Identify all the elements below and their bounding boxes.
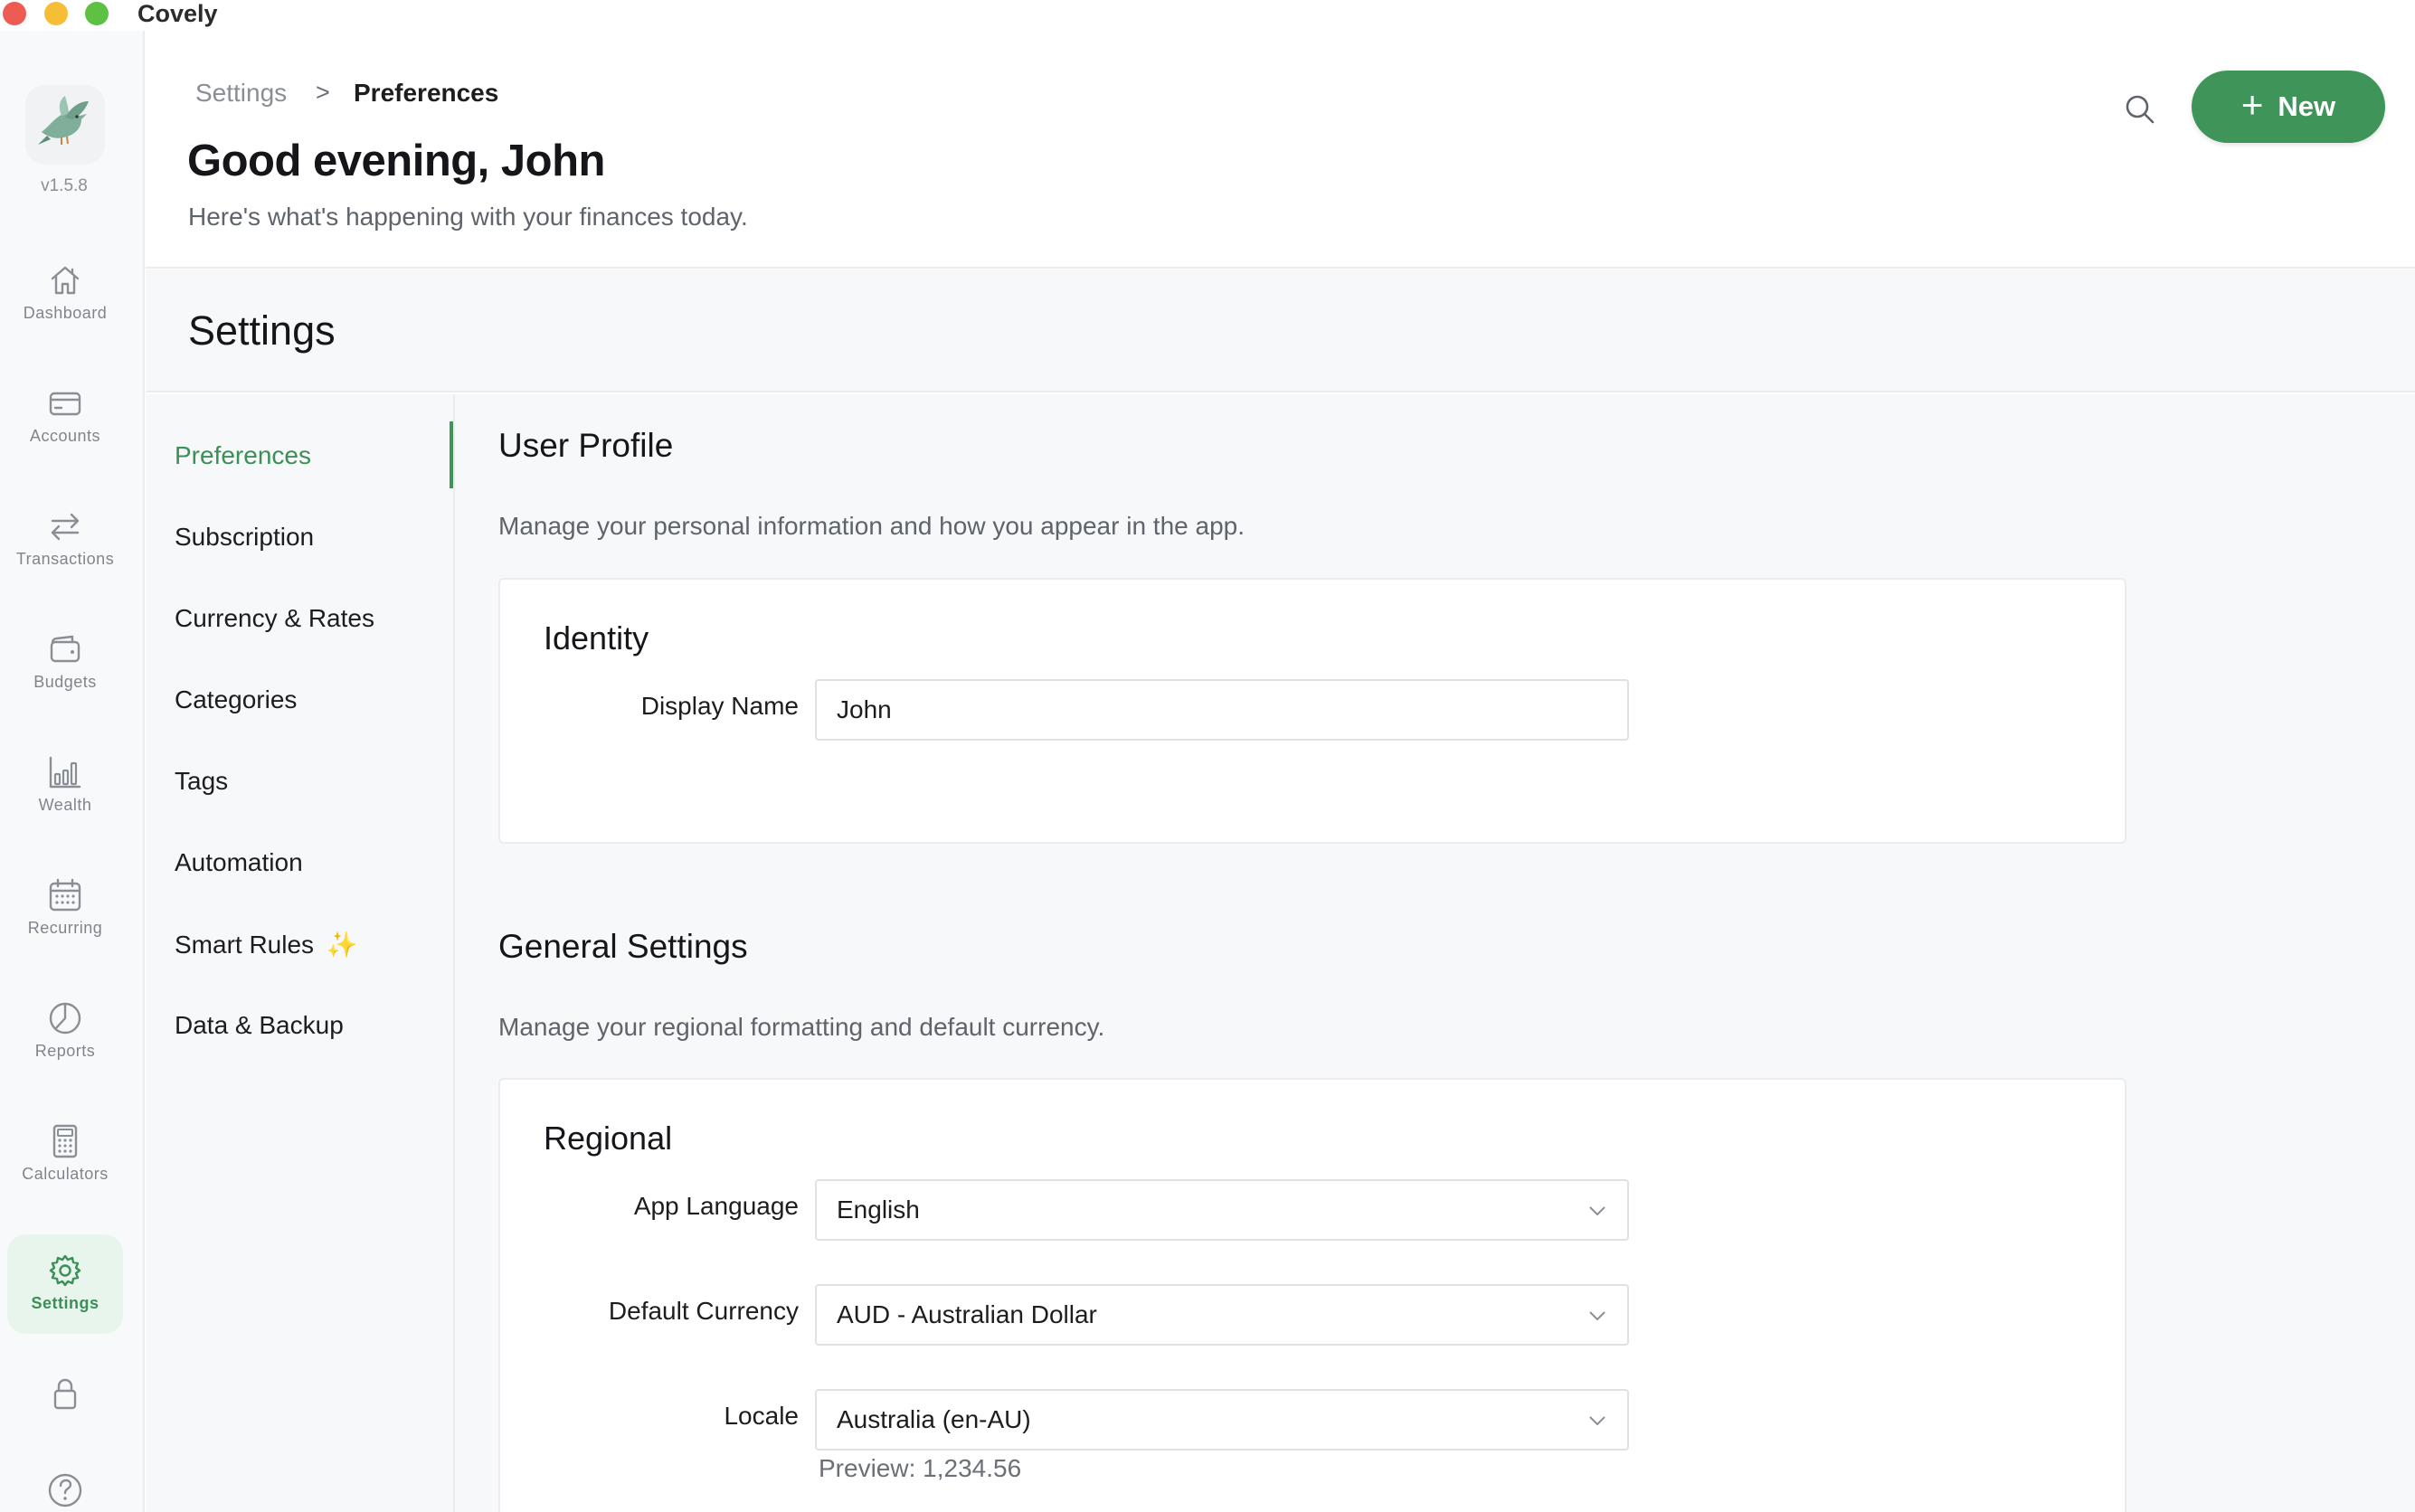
page-subtitle: Here's what's happening with your financ… bbox=[188, 203, 748, 231]
calendar-icon bbox=[49, 878, 81, 912]
app-sidebar: v1.5.8 Dashboard Accounts Transactions B… bbox=[0, 31, 145, 1512]
app-version: v1.5.8 bbox=[41, 176, 88, 195]
help-button[interactable] bbox=[7, 1454, 123, 1512]
settings-header: Settings bbox=[146, 269, 2415, 392]
nav-label: Transactions bbox=[15, 550, 115, 568]
identity-card: Identity Display Name John bbox=[498, 578, 2126, 844]
search-button[interactable] bbox=[2117, 87, 2163, 132]
nav-label: Accounts bbox=[29, 427, 101, 445]
regional-title: Regional bbox=[544, 1120, 673, 1157]
settings-content: Preferences Subscription Currency & Rate… bbox=[146, 394, 2415, 1512]
lock-icon bbox=[53, 1378, 77, 1410]
nav-recurring[interactable]: Recurring bbox=[7, 859, 123, 959]
page-header: Settings > Preferences Good evening, Joh… bbox=[146, 31, 2415, 269]
nav-label: Budgets bbox=[33, 673, 97, 691]
subnav-automation[interactable]: Automation bbox=[175, 848, 303, 877]
page-greeting: Good evening, John bbox=[187, 137, 605, 185]
card-icon bbox=[49, 392, 81, 416]
pie-chart-icon bbox=[49, 1002, 81, 1035]
gear-icon bbox=[49, 1254, 81, 1287]
lock-button[interactable] bbox=[7, 1357, 123, 1421]
chevron-down-icon bbox=[1589, 1206, 1605, 1216]
nav-budgets[interactable]: Budgets bbox=[7, 613, 123, 713]
display-name-value: John bbox=[837, 695, 892, 723]
arrows-icon bbox=[51, 513, 80, 541]
nav-wealth[interactable]: Wealth bbox=[7, 736, 123, 836]
help-icon bbox=[48, 1473, 82, 1507]
search-icon bbox=[2126, 95, 2155, 124]
app-logo[interactable] bbox=[25, 85, 105, 165]
nav-label: Settings bbox=[31, 1294, 99, 1312]
minimize-window-button[interactable] bbox=[44, 2, 68, 25]
home-icon bbox=[51, 266, 80, 295]
new-button-label: New bbox=[2278, 90, 2336, 122]
subnav-data-backup[interactable]: Data & Backup bbox=[175, 1011, 344, 1040]
close-window-button[interactable] bbox=[3, 2, 26, 25]
zoom-window-button[interactable] bbox=[85, 2, 109, 25]
nav-label: Wealth bbox=[38, 796, 92, 814]
default-currency-select[interactable]: AUD - Australian Dollar bbox=[815, 1284, 1629, 1346]
app-language-select[interactable]: English bbox=[815, 1179, 1629, 1241]
regional-card: Regional App Language English Default Cu… bbox=[498, 1078, 2126, 1512]
dove-logo-icon bbox=[38, 96, 89, 145]
wallet-icon bbox=[50, 635, 80, 663]
nav-label: Dashboard bbox=[23, 304, 108, 322]
nav-calculators[interactable]: Calculators bbox=[7, 1105, 123, 1205]
window-titlebar: Covely bbox=[0, 0, 2415, 31]
nav-dashboard[interactable]: Dashboard bbox=[7, 244, 123, 344]
user-profile-title: User Profile bbox=[498, 427, 674, 464]
identity-title: Identity bbox=[544, 619, 649, 657]
breadcrumb-current: Preferences bbox=[354, 79, 499, 107]
locale-select[interactable]: Australia (en-AU) bbox=[815, 1389, 1629, 1451]
app-language-label: App Language bbox=[633, 1192, 799, 1220]
nav-settings[interactable]: Settings bbox=[7, 1234, 123, 1334]
app-language-value: English bbox=[837, 1195, 920, 1224]
new-button[interactable]: + New bbox=[2192, 71, 2385, 143]
breadcrumb-settings[interactable]: Settings bbox=[195, 79, 287, 108]
display-name-input[interactable]: John bbox=[815, 679, 1629, 741]
subnav-categories[interactable]: Categories bbox=[175, 685, 297, 714]
settings-title: Settings bbox=[188, 307, 336, 354]
general-settings-description: Manage your regional formatting and defa… bbox=[498, 1013, 1105, 1041]
subnav-smart-rules[interactable]: Smart Rules ✨ bbox=[175, 930, 358, 959]
general-settings-title: General Settings bbox=[498, 928, 748, 965]
user-profile-description: Manage your personal information and how… bbox=[498, 512, 1245, 540]
nav-label: Reports bbox=[34, 1042, 96, 1060]
settings-subnav: Preferences Subscription Currency & Rate… bbox=[146, 394, 455, 1512]
nav-label: Recurring bbox=[27, 919, 103, 937]
nav-reports[interactable]: Reports bbox=[7, 982, 123, 1082]
chevron-down-icon bbox=[1589, 1311, 1605, 1321]
locale-preview: Preview: 1,234.56 bbox=[819, 1454, 1022, 1482]
nav-label: Calculators bbox=[22, 1165, 109, 1183]
subnav-subscription[interactable]: Subscription bbox=[175, 523, 314, 552]
window-title: Covely bbox=[137, 0, 218, 27]
subnav-currency-rates[interactable]: Currency & Rates bbox=[175, 604, 374, 633]
subnav-preferences[interactable]: Preferences bbox=[175, 441, 311, 470]
plus-icon: + bbox=[2240, 83, 2264, 126]
bar-chart-icon bbox=[49, 756, 81, 789]
nav-transactions[interactable]: Transactions bbox=[7, 490, 123, 590]
active-indicator bbox=[450, 421, 453, 488]
display-name-label: Display Name bbox=[640, 692, 799, 720]
breadcrumb-separator: > bbox=[316, 79, 330, 106]
subnav-tags[interactable]: Tags bbox=[175, 767, 228, 796]
default-currency-label: Default Currency bbox=[608, 1297, 799, 1325]
locale-label: Locale bbox=[724, 1402, 799, 1430]
sparkles-icon: ✨ bbox=[326, 931, 358, 959]
locale-value: Australia (en-AU) bbox=[837, 1405, 1031, 1433]
calculator-icon bbox=[52, 1124, 78, 1158]
nav-accounts[interactable]: Accounts bbox=[7, 367, 123, 467]
default-currency-value: AUD - Australian Dollar bbox=[837, 1300, 1097, 1328]
subnav-smart-rules-label: Smart Rules bbox=[175, 931, 315, 959]
chevron-down-icon bbox=[1589, 1416, 1605, 1426]
